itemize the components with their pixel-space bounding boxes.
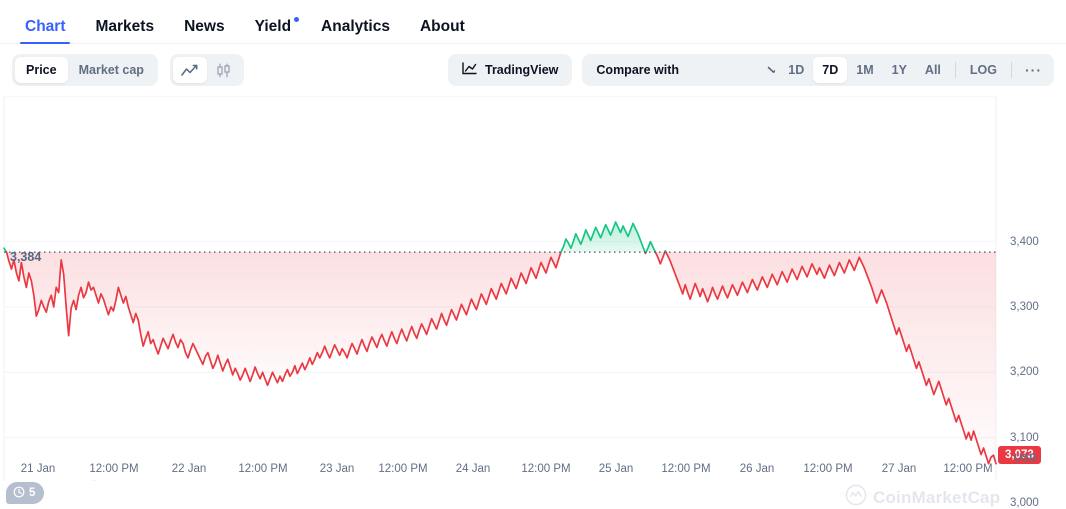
chart-canvas	[3, 96, 997, 481]
line-chart-icon[interactable]	[172, 57, 207, 83]
x-axis-label: 12:00 PM	[238, 463, 288, 475]
toolbar-divider	[954, 62, 956, 78]
y-axis-label: 3,000	[1010, 496, 1039, 509]
notification-dot-icon	[294, 16, 300, 22]
x-axis-label: 21 Jan	[20, 463, 56, 475]
chart-area-fill	[665, 252, 996, 464]
toolbar-divider	[1011, 62, 1012, 78]
x-axis-labels: 21 Jan 12:00 PM 22 Jan 12:00 PM 23 Jan 12:00 …	[0, 463, 1066, 481]
x-axis-label: 12:00 PM	[521, 463, 571, 475]
x-axis-label: 24 Jan	[455, 463, 491, 475]
x-axis-label: 12:00 PM	[89, 463, 139, 475]
x-axis-label: 12:00 PM	[661, 463, 711, 475]
tradingview-icon	[462, 62, 477, 78]
chart-tools-group: TradingView Compare with	[448, 54, 795, 86]
range-button-all[interactable]: All	[916, 57, 950, 83]
nav-tab-label: Yield	[254, 17, 292, 35]
nav-tab-label: About	[419, 17, 465, 35]
nav-tab-markets[interactable]: Markets	[80, 17, 169, 44]
x-axis-label: 25 Jan	[598, 463, 634, 475]
nav-tab-about[interactable]: About	[405, 17, 480, 44]
x-axis-label: 22 Jan	[171, 463, 207, 475]
tradingview-button[interactable]: TradingView	[448, 54, 573, 86]
nav-tab-news[interactable]: News	[169, 17, 240, 44]
y-axis-label: 3,200	[1010, 366, 1039, 379]
more-options-button[interactable]: ···	[1017, 62, 1050, 78]
clock-icon	[13, 486, 25, 501]
x-axis-label: 12:00 PM	[803, 463, 853, 475]
compare-with-label: Compare with	[596, 63, 680, 77]
chart-toolbar: Price Market cap TradingView Compare wit…	[0, 44, 1066, 96]
range-button-7d[interactable]: 7D	[813, 57, 848, 83]
chart-area-fill	[6, 252, 561, 386]
open-price-label: 3,384	[10, 250, 42, 265]
compare-with-dropdown[interactable]: Compare with	[582, 54, 795, 86]
x-axis-label: 12:00 PM	[378, 463, 428, 475]
coinmarketcap-watermark: CoinMarketCap	[845, 484, 1000, 509]
marketcap-toggle-button[interactable]: Market cap	[68, 57, 155, 83]
chart-type-toggle	[169, 54, 244, 86]
nav-tab-chart[interactable]: Chart	[10, 17, 80, 44]
x-axis-label: 27 Jan	[881, 463, 917, 475]
range-button-1y[interactable]: 1Y	[883, 57, 916, 83]
range-button-1d[interactable]: 1D	[779, 57, 813, 83]
watermark-text: CoinMarketCap	[873, 487, 1001, 507]
nav-tab-label: Chart	[25, 17, 66, 35]
log-scale-button[interactable]: LOG	[961, 57, 1006, 83]
tradingview-label: TradingView	[485, 63, 559, 77]
nav-tab-label: Analytics	[321, 17, 390, 35]
nav-tab-label: News	[184, 17, 225, 35]
price-toggle-button[interactable]: Price	[15, 57, 68, 83]
range-button-1m[interactable]: 1M	[847, 57, 882, 83]
x-axis-label: 12:00 PM	[943, 463, 993, 475]
x-axis-label: 26 Jan	[739, 463, 775, 475]
price-marketcap-toggle: Price Market cap	[12, 54, 158, 86]
y-axis-label: 3,400	[1010, 235, 1039, 248]
nav-tab-yield[interactable]: Yield	[240, 16, 306, 44]
time-range-selector: 1D 7D 1M 1Y All LOG ···	[775, 54, 1054, 86]
x-axis-label: 23 Jan	[319, 463, 355, 475]
nav-tab-analytics[interactable]: Analytics	[306, 17, 405, 44]
price-chart[interactable]: CoinMarketCap 3,400 3,300 3,200 3,100 3,000 3…	[0, 96, 1066, 509]
main-navigation: Chart Markets News Yield Analytics About	[0, 0, 1066, 44]
coinmarketcap-logo-icon	[845, 484, 867, 509]
nav-tab-label: Markets	[95, 17, 155, 35]
y-axis-label: 3,300	[1010, 300, 1039, 313]
y-axis-label: 3,100	[1010, 431, 1039, 444]
history-badge[interactable]: 5	[6, 482, 45, 504]
history-count: 5	[29, 487, 36, 499]
candlestick-icon[interactable]	[207, 57, 241, 83]
